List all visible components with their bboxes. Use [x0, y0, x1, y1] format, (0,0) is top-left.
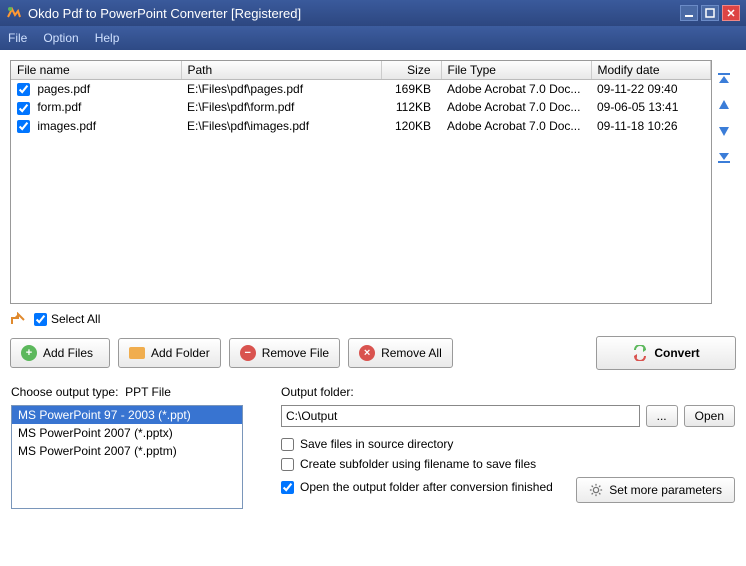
folder-up-icon[interactable]	[10, 312, 26, 326]
plus-icon: +	[21, 345, 37, 361]
open-folder-button[interactable]: Open	[684, 405, 735, 427]
app-icon	[6, 5, 22, 21]
minimize-button[interactable]	[680, 5, 698, 21]
menubar: File Option Help	[0, 26, 746, 50]
open-after-label: Open the output folder after conversion …	[300, 480, 553, 494]
output-type-label: Choose output type: PPT File	[11, 385, 261, 399]
col-filename[interactable]: File name	[11, 61, 181, 80]
params-label: Set more parameters	[609, 483, 722, 497]
add-files-label: Add Files	[43, 346, 93, 360]
gear-icon	[589, 483, 603, 497]
col-filetype[interactable]: File Type	[441, 61, 591, 80]
create-subfolder-label: Create subfolder using filename to save …	[300, 457, 536, 471]
col-path[interactable]: Path	[181, 61, 381, 80]
output-folder-input[interactable]	[281, 405, 640, 427]
open-after-checkbox[interactable]	[281, 481, 294, 494]
select-all-input[interactable]	[34, 313, 47, 326]
add-folder-label: Add Folder	[151, 346, 210, 360]
menu-option[interactable]: Option	[43, 31, 78, 45]
table-row[interactable]: form.pdfE:\Files\pdf\form.pdf112KBAdobe …	[11, 98, 711, 116]
output-folder-label: Output folder:	[281, 385, 735, 399]
set-more-parameters-button[interactable]: Set more parameters	[576, 477, 735, 503]
table-row[interactable]: pages.pdfE:\Files\pdf\pages.pdf169KBAdob…	[11, 80, 711, 99]
maximize-button[interactable]	[701, 5, 719, 21]
move-bottom-icon[interactable]	[715, 148, 733, 166]
titlebar: Okdo Pdf to PowerPoint Converter [Regist…	[0, 0, 746, 26]
move-top-icon[interactable]	[715, 70, 733, 88]
output-type-option[interactable]: MS PowerPoint 2007 (*.pptm)	[12, 442, 242, 460]
close-button[interactable]	[722, 5, 740, 21]
convert-label: Convert	[654, 346, 699, 360]
add-folder-button[interactable]: Add Folder	[118, 338, 221, 368]
table-row[interactable]: images.pdfE:\Files\pdf\images.pdf120KBAd…	[11, 117, 711, 135]
add-files-button[interactable]: + Add Files	[10, 338, 110, 368]
menu-file[interactable]: File	[8, 31, 27, 45]
minus-icon: −	[240, 345, 256, 361]
output-type-option[interactable]: MS PowerPoint 97 - 2003 (*.ppt)	[12, 406, 242, 424]
move-down-icon[interactable]	[715, 122, 733, 140]
browse-button[interactable]: ...	[646, 405, 678, 427]
move-up-icon[interactable]	[715, 96, 733, 114]
select-all-checkbox[interactable]: Select All	[34, 312, 100, 326]
save-in-source-checkbox[interactable]	[281, 438, 294, 451]
output-type-listbox[interactable]: MS PowerPoint 97 - 2003 (*.ppt)MS PowerP…	[11, 405, 243, 509]
window-title: Okdo Pdf to PowerPoint Converter [Regist…	[28, 6, 677, 21]
x-icon: ×	[359, 345, 375, 361]
remove-all-button[interactable]: × Remove All	[348, 338, 453, 368]
row-checkbox[interactable]	[17, 102, 30, 115]
output-type-current: PPT File	[125, 385, 171, 399]
remove-file-button[interactable]: − Remove File	[229, 338, 340, 368]
output-type-option[interactable]: MS PowerPoint 2007 (*.pptx)	[12, 424, 242, 442]
col-size[interactable]: Size	[381, 61, 441, 80]
file-list[interactable]: File name Path Size File Type Modify dat…	[10, 60, 712, 304]
menu-help[interactable]: Help	[95, 31, 120, 45]
select-all-label: Select All	[51, 312, 100, 326]
convert-icon	[632, 345, 648, 361]
save-in-source-label: Save files in source directory	[300, 437, 453, 451]
folder-icon	[129, 347, 145, 359]
convert-button[interactable]: Convert	[596, 336, 736, 370]
reorder-arrows	[712, 60, 736, 304]
row-checkbox[interactable]	[17, 120, 30, 133]
row-checkbox[interactable]	[17, 83, 30, 96]
col-modify[interactable]: Modify date	[591, 61, 711, 80]
remove-all-label: Remove All	[381, 346, 442, 360]
create-subfolder-checkbox[interactable]	[281, 458, 294, 471]
remove-file-label: Remove File	[262, 346, 329, 360]
